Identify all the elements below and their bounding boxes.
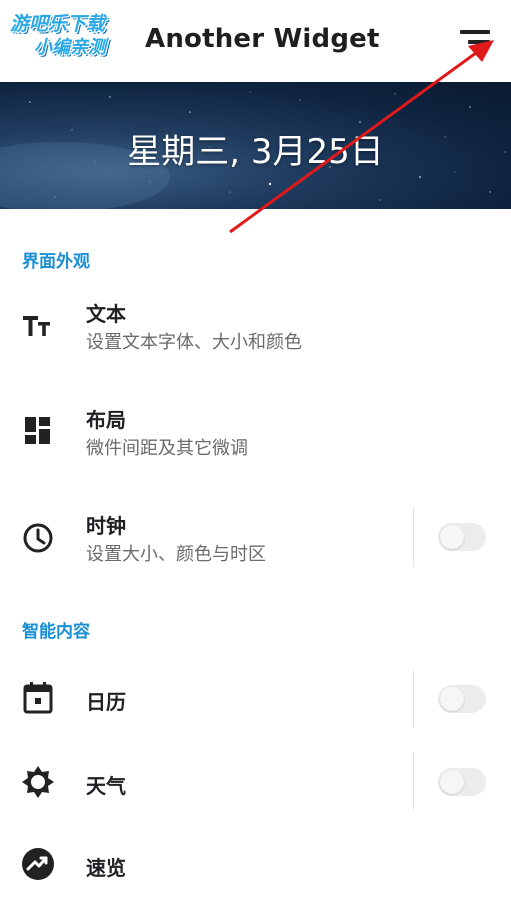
menu-icon (460, 30, 490, 34)
settings-row-weather[interactable]: 天气 (0, 752, 511, 814)
toggle-knob (440, 687, 464, 711)
clock-toggle[interactable] (438, 523, 486, 551)
settings-row-clock[interactable]: 时钟 设置大小、颜色与时区 (0, 502, 511, 578)
section-header-appearance: 界面外观 (22, 252, 90, 272)
divider (413, 670, 414, 728)
calendar-toggle[interactable] (438, 685, 486, 713)
toggle-knob (440, 525, 464, 549)
settings-row-layout[interactable]: 布局 微件间距及其它微调 (0, 396, 511, 472)
menu-icon-line (468, 40, 490, 44)
settings-row-calendar[interactable]: 日历 (0, 668, 511, 730)
watermark-line-2: 小编亲测 (34, 37, 106, 58)
app-bar: 游吧乐下载 小编亲测 Another Widget (0, 0, 511, 82)
row-subtitle: 设置大小、颜色与时区 (86, 544, 266, 565)
clock-icon (23, 523, 53, 553)
row-title: 速览 (86, 856, 126, 880)
row-title: 文本 (86, 302, 126, 326)
settings-row-glance[interactable]: 速览 (0, 834, 511, 896)
date-label: 星期三, 3月25日 (127, 132, 384, 172)
divider (413, 752, 414, 810)
row-title: 日历 (86, 690, 126, 714)
row-title: 布局 (86, 408, 126, 432)
watermark-logo: 游吧乐下载 小编亲测 (10, 12, 138, 64)
settings-row-text[interactable]: 文本 设置文本字体、大小和颜色 (0, 290, 511, 366)
trending-icon (22, 848, 54, 880)
row-subtitle: 微件间距及其它微调 (86, 438, 248, 459)
divider (413, 507, 414, 567)
menu-button[interactable] (456, 28, 492, 56)
row-subtitle: 设置文本字体、大小和颜色 (86, 332, 302, 353)
row-title: 天气 (86, 774, 126, 798)
calendar-icon (23, 682, 53, 714)
row-title: 时钟 (86, 514, 126, 538)
toggle-knob (440, 770, 464, 794)
app-title: Another Widget (145, 24, 380, 54)
watermark-line-1: 游吧乐下载 (10, 13, 106, 35)
section-header-smart-content: 智能内容 (22, 622, 90, 642)
text-size-icon (23, 316, 50, 336)
weather-sun-icon (22, 766, 54, 798)
date-banner: 星期三, 3月25日 (0, 82, 511, 209)
dashboard-icon (25, 417, 50, 444)
weather-toggle[interactable] (438, 768, 486, 796)
